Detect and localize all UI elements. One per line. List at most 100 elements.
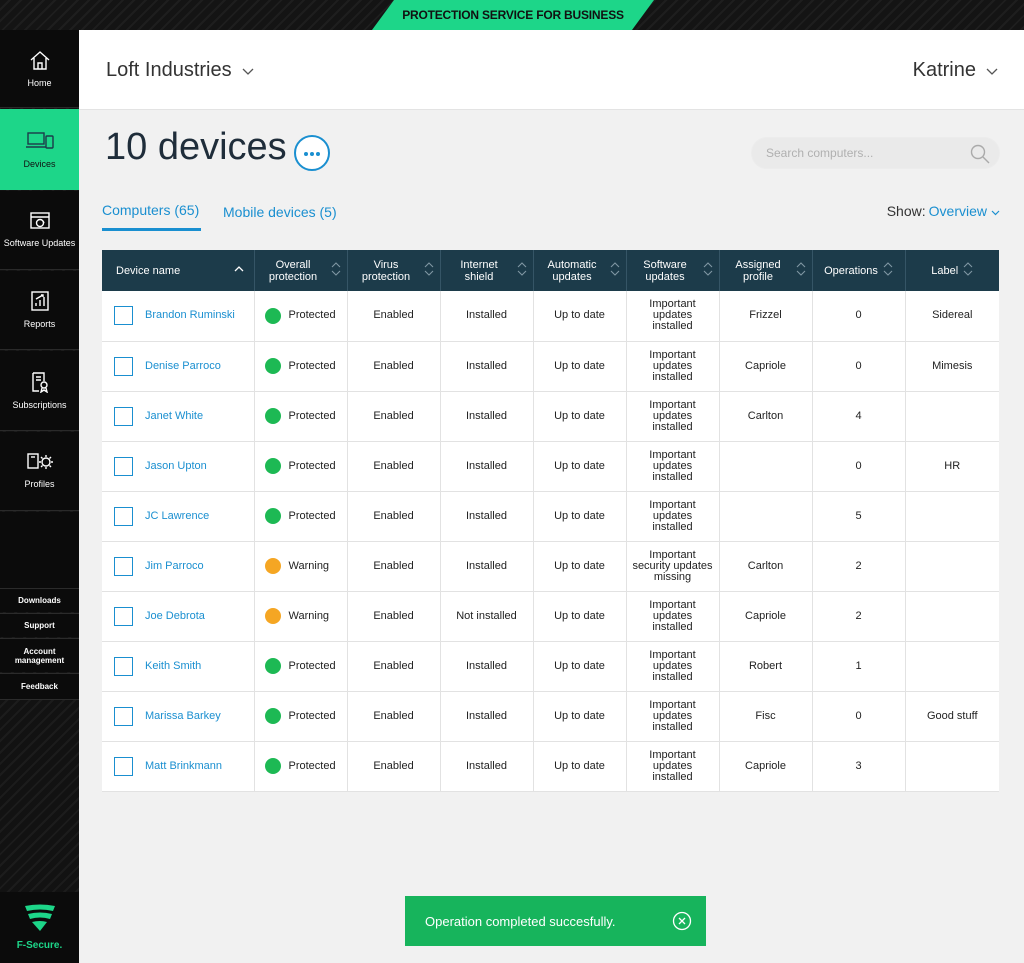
table-row[interactable]: Jason Upton Protected Enabled Installed Up t…	[102, 441, 999, 492]
operations-value: 2	[855, 559, 862, 572]
operations-value: 1	[855, 659, 862, 672]
row-checkbox[interactable]	[114, 556, 133, 576]
status-text: Warning	[288, 609, 330, 622]
device-name-link[interactable]: Jason Upton	[145, 460, 207, 472]
sidebar-item-devices[interactable]: Devices	[0, 109, 79, 190]
row-checkbox[interactable]	[114, 356, 133, 376]
account-management-link[interactable]: Account management	[0, 638, 79, 672]
overall-protection-cell: Protected	[254, 691, 348, 742]
device-name-link[interactable]: Denise Parroco	[145, 360, 221, 372]
row-checkbox[interactable]	[114, 656, 133, 676]
assigned-profile-value: Robert	[748, 659, 783, 672]
operations-cell: 0	[812, 441, 906, 492]
device-name-link[interactable]: JC Lawrence	[145, 510, 209, 522]
column-header-label: Operations	[824, 264, 878, 277]
software-updates-cell: Important updates installed	[626, 641, 720, 692]
device-name-link[interactable]: Janet White	[145, 410, 203, 422]
device-name-wrap: Keith Smith	[114, 656, 250, 676]
device-name-wrap: Jim Parroco	[114, 556, 250, 576]
device-name-link[interactable]: Marissa Barkey	[145, 710, 221, 722]
column-header[interactable]: Software updates	[626, 250, 720, 291]
row-checkbox[interactable]	[114, 306, 133, 326]
search-input[interactable]	[766, 146, 966, 160]
assigned-profile-cell	[719, 491, 813, 542]
column-header[interactable]: Label	[905, 250, 999, 291]
row-checkbox[interactable]	[114, 406, 133, 426]
virus-protection-cell: Enabled	[347, 591, 441, 642]
status-text: Protected	[288, 359, 336, 372]
row-checkbox[interactable]	[114, 506, 133, 526]
label-cell: Mimesis	[905, 341, 999, 392]
table-row[interactable]: Keith Smith Protected Enabled Installed Up t…	[102, 641, 999, 692]
user-menu[interactable]: Katrine	[913, 59, 998, 82]
internet-shield-cell: Not installed	[440, 591, 534, 642]
device-name-link[interactable]: Keith Smith	[145, 660, 201, 672]
downloads-link[interactable]: Downloads	[0, 588, 79, 612]
device-name-cell: Jim Parroco	[102, 541, 255, 592]
logo-text: F-Secure.	[16, 940, 63, 951]
sidebar-item-label: Home	[27, 77, 52, 88]
column-header[interactable]: Virus protection	[347, 250, 441, 291]
label-cell: HR	[905, 441, 999, 492]
close-icon[interactable]	[672, 911, 692, 934]
show-dropdown[interactable]: Overview	[929, 203, 987, 219]
table-row[interactable]: Jim Parroco Warning Enabled Installed Up to …	[102, 541, 999, 592]
column-header[interactable]: Device name	[102, 250, 255, 291]
column-header-label: Automatic updates	[547, 258, 597, 283]
row-checkbox[interactable]	[114, 456, 133, 476]
more-actions-button[interactable]	[294, 135, 330, 171]
software-updates-cell: Important updates installed	[626, 291, 720, 342]
table-row[interactable]: Denise Parroco Protected Enabled Installed U…	[102, 341, 999, 392]
device-name-link[interactable]: Jim Parroco	[145, 560, 204, 572]
table-row[interactable]: Janet White Protected Enabled Installed Up t…	[102, 391, 999, 442]
table-row[interactable]: Matt Brinkmann Protected Enabled Installed U…	[102, 741, 999, 792]
column-header[interactable]: Internet shield	[440, 250, 534, 291]
organization-selector[interactable]: Loft Industries	[106, 59, 254, 82]
status-dot-icon	[264, 758, 281, 774]
device-name-wrap: Brandon Ruminski	[114, 306, 250, 326]
assigned-profile-cell: Capriole	[719, 341, 813, 392]
table-row[interactable]: Brandon Ruminski Protected Enabled Installe…	[102, 291, 999, 342]
column-header[interactable]: Overall protection	[254, 250, 348, 291]
status-indicator: Protected	[259, 358, 343, 374]
software-updates-value: Important updates installed	[649, 598, 696, 633]
search-icon[interactable]	[970, 144, 990, 169]
sidebar-item-reports[interactable]: Reports	[0, 271, 79, 350]
automatic-updates-value: Up to date	[554, 359, 605, 372]
device-name-link[interactable]: Joe Debrota	[145, 610, 205, 622]
device-name-cell: Marissa Barkey	[102, 691, 255, 742]
toast-message: Operation completed succesfully.	[425, 913, 616, 929]
sidebar-item-subscriptions[interactable]: Subscriptions	[0, 351, 79, 431]
tab-computers[interactable]: Computers (65)	[102, 202, 199, 218]
internet-shield-cell: Installed	[440, 691, 534, 742]
column-header[interactable]: Assigned profile	[719, 250, 813, 291]
status-dot-icon	[264, 408, 281, 424]
sidebar-item-profiles[interactable]: Profiles	[0, 432, 79, 511]
device-name-link[interactable]: Matt Brinkmann	[145, 760, 222, 772]
table-row[interactable]: JC Lawrence Protected Enabled Installed Up t…	[102, 491, 999, 542]
overall-protection-cell: Protected	[254, 441, 348, 492]
sidebar-item-label: Subscriptions	[12, 399, 67, 410]
chevron-down-icon	[986, 59, 998, 82]
chevron-down-icon[interactable]	[991, 203, 1000, 219]
operations-value: 2	[855, 609, 862, 622]
device-name-link[interactable]: Brandon Ruminski	[145, 310, 235, 321]
sidebar-item-software-updates[interactable]: Software Updates	[0, 191, 79, 270]
column-header[interactable]: Operations	[812, 250, 906, 291]
row-checkbox[interactable]	[114, 606, 133, 626]
sidebar-item-home[interactable]: Home	[0, 30, 79, 108]
virus-protection-value: Enabled	[373, 459, 414, 472]
internet-shield-value: Not installed	[456, 609, 517, 622]
table-row[interactable]: Joe Debrota Warning Enabled Not installed Up…	[102, 591, 999, 642]
tab-mobile-devices[interactable]: Mobile devices (5)	[223, 204, 337, 220]
row-checkbox[interactable]	[114, 756, 133, 776]
table-row[interactable]: Marissa Barkey Protected Enabled Installed U…	[102, 691, 999, 742]
status-indicator: Protected	[259, 758, 343, 774]
row-checkbox[interactable]	[114, 706, 133, 726]
status-text: Protected	[288, 709, 336, 722]
sidebar-item-label: Profiles	[24, 479, 55, 489]
support-link[interactable]: Support	[0, 613, 79, 637]
feedback-link[interactable]: Feedback	[0, 673, 79, 700]
status-text: Protected	[288, 759, 336, 772]
column-header[interactable]: Automatic updates	[533, 250, 627, 291]
